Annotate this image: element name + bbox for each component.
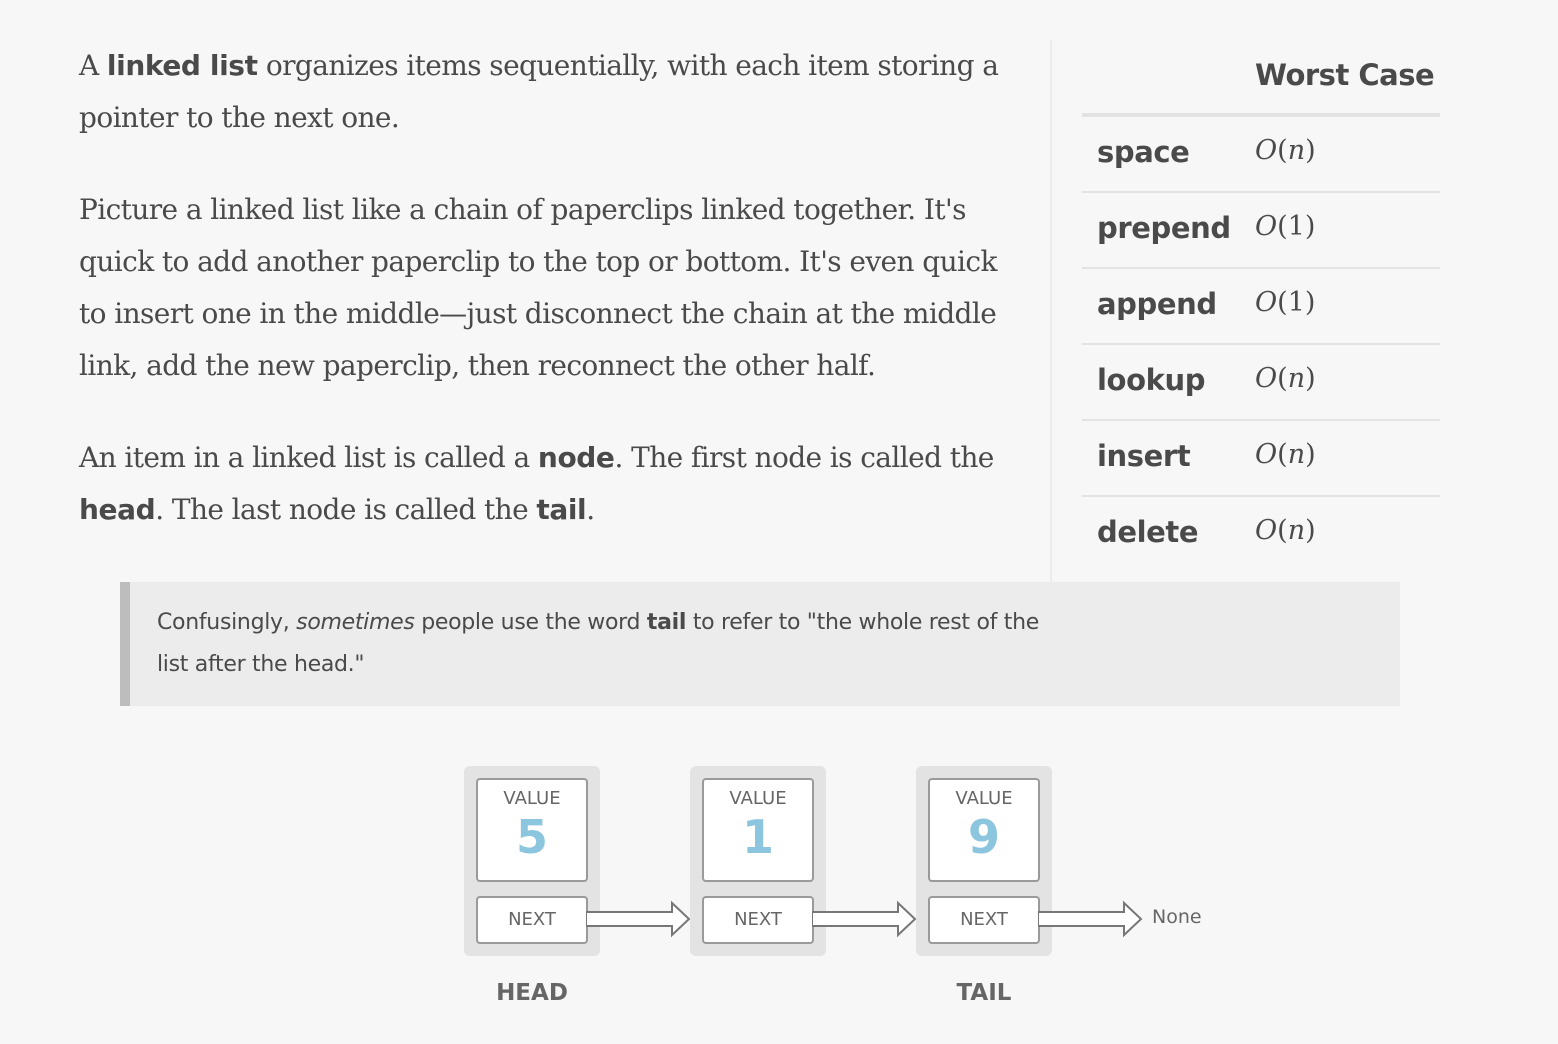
operation-name: delete xyxy=(1097,515,1199,549)
none-terminal-label: None xyxy=(1152,906,1202,928)
paragraph-paperclip-analogy: Picture a linked list like a chain of pa… xyxy=(79,184,1029,392)
list-node: VALUE 9 NEXT xyxy=(916,766,1052,956)
text-run: An item in a linked list is called a xyxy=(79,441,538,474)
complexity-table: Worst Case space O(n) prepend O(1) append O(1… xyxy=(1082,40,1440,571)
node-value: 5 xyxy=(515,810,548,864)
node-next-box: NEXT xyxy=(928,896,1040,944)
text-run: . The first node is called the xyxy=(614,441,995,474)
text-run: people use the word xyxy=(414,610,647,635)
big-o-value: O(1) xyxy=(1255,211,1316,242)
complexity-row-delete: delete O(n) xyxy=(1082,497,1440,571)
operation-name: prepend xyxy=(1097,211,1231,245)
text-run: . xyxy=(586,493,595,526)
complexity-header: Worst Case xyxy=(1082,40,1440,117)
big-o-value: O(n) xyxy=(1255,439,1316,470)
column-divider xyxy=(1050,40,1052,582)
article-prose: A linked list organizes items sequential… xyxy=(79,40,1029,576)
complexity-row-space: space O(n) xyxy=(1082,117,1440,193)
text-run: . The last node is called the xyxy=(155,493,537,526)
emphasis: sometimes xyxy=(296,610,415,635)
node-value-box: VALUE 9 xyxy=(928,778,1040,882)
big-o-value: O(n) xyxy=(1255,515,1316,546)
bold-term: linked list xyxy=(106,49,258,82)
complexity-row-prepend: prepend O(1) xyxy=(1082,193,1440,269)
paragraph-node-terms: An item in a linked list is called a nod… xyxy=(79,432,1029,536)
list-node: VALUE 5 NEXT xyxy=(464,766,600,956)
node-next-box: NEXT xyxy=(476,896,588,944)
node-next-box: NEXT xyxy=(702,896,814,944)
operation-name: lookup xyxy=(1097,363,1206,397)
node-value: 9 xyxy=(967,810,1000,864)
value-label: VALUE xyxy=(955,788,1013,809)
big-o-value: O(1) xyxy=(1255,287,1316,318)
node-value-box: VALUE 1 xyxy=(702,778,814,882)
node-value-box: VALUE 5 xyxy=(476,778,588,882)
worst-case-heading: Worst Case xyxy=(1255,58,1435,92)
paragraph-intro: A linked list organizes items sequential… xyxy=(79,40,1029,144)
big-o-value: O(n) xyxy=(1255,135,1316,166)
complexity-row-insert: insert O(n) xyxy=(1082,421,1440,497)
callout-note: Confusingly, sometimes people use the wo… xyxy=(120,582,1400,706)
callout-text: Confusingly, sometimes people use the wo… xyxy=(157,602,1057,686)
bold-term: tail xyxy=(646,610,687,635)
complexity-row-lookup: lookup O(n) xyxy=(1082,345,1440,421)
text-run: Picture a linked list like a chain of pa… xyxy=(79,193,997,382)
text-run: Confusingly, xyxy=(157,610,297,635)
bold-term: head xyxy=(79,493,156,526)
next-pointer-arrow xyxy=(586,900,691,938)
position-label-head: HEAD xyxy=(496,980,568,1006)
bold-term: tail xyxy=(536,493,587,526)
operation-name: insert xyxy=(1097,439,1191,473)
text-run: A xyxy=(79,49,107,82)
value-label: VALUE xyxy=(503,788,561,809)
operation-name: append xyxy=(1097,287,1217,321)
value-label: VALUE xyxy=(729,788,787,809)
next-pointer-arrow xyxy=(1038,900,1143,938)
list-node: VALUE 1 NEXT xyxy=(690,766,826,956)
node-value: 1 xyxy=(741,810,774,864)
complexity-row-append: append O(1) xyxy=(1082,269,1440,345)
position-label-tail: TAIL xyxy=(956,980,1012,1006)
bold-term: node xyxy=(537,441,615,474)
next-pointer-arrow xyxy=(812,900,917,938)
operation-name: space xyxy=(1097,135,1190,169)
big-o-value: O(n) xyxy=(1255,363,1316,394)
